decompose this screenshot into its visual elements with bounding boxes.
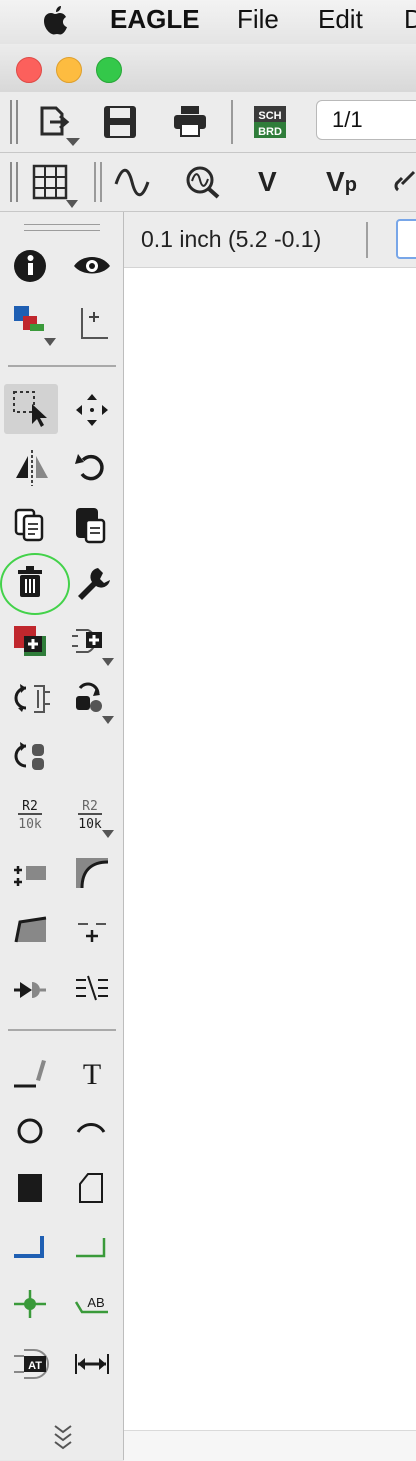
layers-icon[interactable] — [10, 302, 56, 346]
select-icon[interactable] — [10, 388, 54, 432]
pinswap-icon[interactable] — [10, 736, 54, 780]
toolbar-grip[interactable] — [10, 100, 12, 144]
delete-highlight-ring — [0, 553, 70, 615]
dimension-icon[interactable] — [70, 1342, 114, 1386]
gateswap-icon[interactable] — [70, 678, 114, 724]
palette-divider — [8, 365, 116, 367]
name-tool-top: R2 — [22, 799, 38, 814]
link-icon[interactable] — [394, 168, 416, 198]
join-icon[interactable] — [70, 910, 114, 954]
net-icon[interactable] — [70, 1226, 114, 1270]
value-tool-bottom: 10k — [78, 817, 102, 832]
toolbar-separator — [231, 100, 233, 144]
sch-label: SCH — [258, 110, 281, 122]
voltage-letter: V — [326, 166, 345, 197]
palette-divider — [8, 1029, 116, 1031]
print-icon[interactable] — [172, 104, 208, 138]
window-zoom-button[interactable] — [96, 57, 122, 83]
invoke-icon[interactable] — [70, 620, 114, 666]
rotate-icon[interactable] — [70, 446, 114, 490]
value-tool-top: R2 — [82, 799, 98, 814]
sheet-selector[interactable] — [316, 100, 416, 140]
save-icon[interactable] — [102, 104, 138, 140]
palette-grip[interactable] — [24, 230, 100, 231]
wire-icon[interactable] — [10, 1052, 54, 1096]
text-tool-glyph: T — [83, 1058, 101, 1091]
slice-icon[interactable] — [10, 910, 54, 954]
signal-icon[interactable] — [114, 168, 150, 198]
menu-edit[interactable]: Edit — [318, 4, 363, 35]
more-icon[interactable] — [50, 1422, 76, 1454]
show-icon[interactable] — [70, 244, 114, 288]
bus-icon[interactable] — [10, 1226, 54, 1270]
toolbar-separator — [94, 162, 96, 202]
value-tool-letter[interactable]: V — [258, 166, 277, 198]
rect-icon[interactable] — [10, 1168, 54, 1212]
drawing-canvas[interactable] — [124, 212, 416, 1460]
name-tool-bottom: 10k — [18, 817, 42, 832]
junction-icon[interactable] — [10, 1284, 54, 1328]
horizontal-scrollbar[interactable] — [124, 1430, 416, 1461]
bus-break-icon[interactable] — [70, 968, 114, 1012]
toolbar-grip[interactable] — [16, 100, 18, 144]
attribute-tool-text: AT — [28, 1360, 42, 1372]
circle-icon[interactable] — [10, 1110, 54, 1154]
text-icon[interactable]: T — [70, 1052, 114, 1096]
frame-icon[interactable]: AT — [10, 1342, 54, 1386]
info-icon[interactable] — [10, 244, 54, 288]
copy-icon[interactable] — [10, 504, 54, 548]
attribute-icon[interactable] — [10, 968, 54, 1012]
coordinate-readout: 0.1 inch (5.2 -0.1) — [141, 226, 322, 252]
toolbar-grip[interactable] — [10, 162, 12, 202]
menu-file[interactable]: File — [237, 4, 279, 35]
toolbar-grip[interactable] — [16, 162, 18, 202]
polygon-icon[interactable] — [70, 1168, 114, 1212]
replace-icon[interactable] — [10, 678, 54, 722]
paste-icon[interactable] — [70, 504, 114, 548]
move-icon[interactable] — [70, 388, 114, 432]
voltage-subscript: p — [344, 174, 357, 196]
add-icon[interactable] — [10, 620, 54, 664]
miter-icon[interactable] — [70, 852, 114, 896]
apple-icon[interactable] — [40, 4, 70, 38]
arc-icon[interactable] — [70, 1110, 114, 1154]
zoom-fit-icon[interactable] — [184, 164, 222, 200]
menu-next[interactable]: D — [404, 4, 416, 35]
command-input[interactable] — [396, 219, 416, 259]
grid-icon[interactable] — [32, 164, 82, 210]
palette-grip[interactable] — [24, 224, 100, 225]
voltage-tool-letter[interactable]: Vp — [326, 166, 357, 198]
change-icon[interactable] — [70, 562, 114, 606]
label-icon[interactable]: AB — [70, 1284, 114, 1328]
name-icon[interactable]: R2 10k — [12, 794, 56, 838]
split-icon[interactable] — [10, 852, 54, 896]
value-icon[interactable]: R2 10k — [72, 794, 116, 838]
menu-app-name[interactable]: EAGLE — [110, 4, 200, 35]
brd-label: BRD — [258, 126, 282, 138]
toolbar-separator — [100, 162, 102, 202]
status-separator — [366, 222, 368, 258]
sch-brd-switch-icon[interactable]: SCH BRD — [254, 106, 286, 138]
window-close-button[interactable] — [16, 57, 42, 83]
window-minimize-button[interactable] — [56, 57, 82, 83]
mirror-icon[interactable] — [10, 446, 54, 490]
label-tool-text: AB — [87, 1295, 104, 1310]
open-icon[interactable] — [36, 104, 84, 150]
sheet-value: 1/1 — [332, 107, 363, 132]
mark-icon[interactable] — [70, 302, 114, 346]
